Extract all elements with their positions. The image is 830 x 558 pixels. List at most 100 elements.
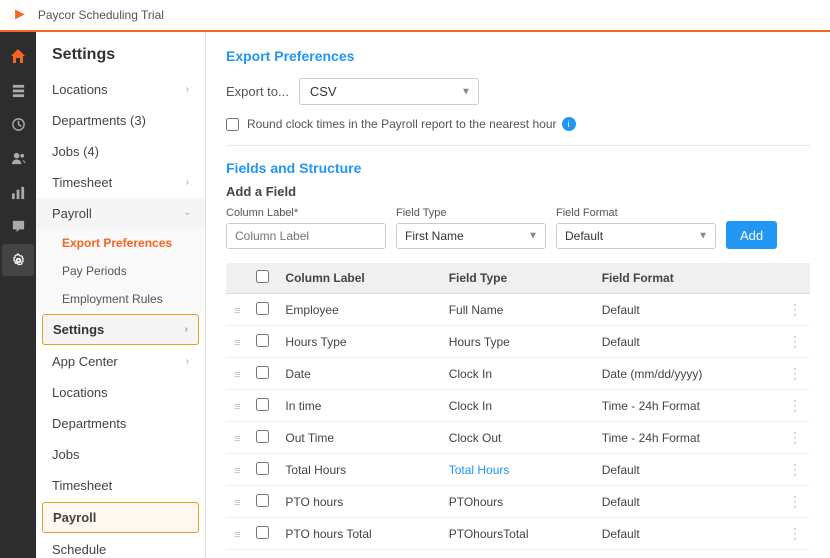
row-menu-icon[interactable]: ⋮ bbox=[788, 301, 802, 318]
drag-handle-icon[interactable]: ≡ bbox=[234, 497, 240, 509]
drag-handle-icon[interactable]: ≡ bbox=[234, 433, 240, 445]
icon-bar-users[interactable] bbox=[2, 142, 34, 174]
field-format-cell: Default bbox=[594, 486, 780, 518]
field-type-group: Field Type First Name Last Name Full Nam… bbox=[396, 207, 546, 249]
app-logo: ► bbox=[12, 6, 28, 24]
sidebar-item-payroll2[interactable]: Payroll bbox=[42, 502, 199, 533]
row-menu-icon[interactable]: ⋮ bbox=[788, 429, 802, 446]
sidebar-submenu-pay-periods[interactable]: Pay Periods bbox=[36, 257, 205, 285]
drag-handle-icon[interactable]: ≡ bbox=[234, 401, 240, 413]
field-format-select-wrap: Default Time - 24h Format Date (mm/dd/yy… bbox=[556, 223, 716, 249]
row-actions-cell: ⋮ bbox=[780, 358, 810, 390]
row-actions-cell: ⋮ bbox=[780, 454, 810, 486]
field-type-cell: Clock In bbox=[449, 367, 492, 381]
chevron-icon: › bbox=[186, 84, 189, 95]
row-checkbox-3[interactable] bbox=[256, 398, 269, 411]
drag-handle-icon[interactable]: ≡ bbox=[234, 465, 240, 477]
column-label-cell: Out Time bbox=[277, 422, 440, 454]
row-menu-icon[interactable]: ⋮ bbox=[788, 493, 802, 510]
drag-handle-cell: ≡ bbox=[226, 518, 248, 550]
icon-bar-chart[interactable] bbox=[2, 176, 34, 208]
field-type-cell: Total Hours bbox=[441, 454, 594, 486]
sidebar-item-jobs2[interactable]: Jobs bbox=[36, 439, 205, 470]
field-type-link[interactable]: Total Hours bbox=[449, 463, 510, 477]
field-type-select[interactable]: First Name Last Name Full Name Hours Typ… bbox=[396, 223, 546, 249]
export-to-select[interactable]: CSV Excel PDF bbox=[299, 78, 479, 105]
sidebar-item-payroll[interactable]: Payroll › bbox=[36, 198, 205, 229]
select-all-checkbox[interactable] bbox=[256, 270, 269, 283]
icon-bar-chat[interactable] bbox=[2, 210, 34, 242]
field-format-header: Field Format bbox=[556, 207, 716, 219]
field-type-cell: Clock In bbox=[441, 390, 594, 422]
column-label-header: Column Label* bbox=[226, 207, 386, 219]
sidebar-item-locations2[interactable]: Locations bbox=[36, 377, 205, 408]
table-body: ≡ Employee Full Name Default ⋮ ≡ Hours T… bbox=[226, 294, 810, 550]
row-menu-icon[interactable]: ⋮ bbox=[788, 461, 802, 478]
sidebar-submenu-employment-rules[interactable]: Employment Rules bbox=[36, 285, 205, 313]
row-checkbox-1[interactable] bbox=[256, 334, 269, 347]
field-format-group: Field Format Default Time - 24h Format D… bbox=[556, 207, 716, 249]
add-field-title: Add a Field bbox=[226, 184, 810, 199]
field-format-select[interactable]: Default Time - 24h Format Date (mm/dd/yy… bbox=[556, 223, 716, 249]
top-bar: ► Paycor Scheduling Trial bbox=[0, 0, 830, 32]
row-checkbox-0[interactable] bbox=[256, 302, 269, 315]
field-format-cell: Default bbox=[594, 518, 780, 550]
row-checkbox-6[interactable] bbox=[256, 494, 269, 507]
drag-handle-icon[interactable]: ≡ bbox=[234, 305, 240, 317]
sidebar-item-departments2[interactable]: Departments bbox=[36, 408, 205, 439]
th-field-format: Field Format bbox=[594, 263, 780, 294]
chevron-icon: › bbox=[185, 324, 188, 335]
drag-handle-icon[interactable]: ≡ bbox=[234, 369, 240, 381]
field-type-cell: PTOhours bbox=[441, 486, 594, 518]
chevron-icon: › bbox=[186, 356, 189, 367]
th-drag bbox=[226, 263, 248, 294]
drag-handle-cell: ≡ bbox=[226, 294, 248, 326]
sidebar-submenu-export-prefs[interactable]: Export Preferences bbox=[36, 229, 205, 257]
row-menu-icon[interactable]: ⋮ bbox=[788, 333, 802, 350]
sidebar-item-locations[interactable]: Locations › bbox=[36, 74, 205, 105]
icon-bar-logo[interactable] bbox=[2, 40, 34, 72]
row-checkbox-5[interactable] bbox=[256, 462, 269, 475]
icon-bar-clock[interactable] bbox=[2, 108, 34, 140]
field-type-cell: PTOhoursTotal bbox=[449, 527, 529, 541]
row-check-cell bbox=[248, 454, 277, 486]
row-menu-icon[interactable]: ⋮ bbox=[788, 365, 802, 382]
icon-bar-settings[interactable] bbox=[2, 244, 34, 276]
row-check-cell bbox=[248, 358, 277, 390]
info-icon[interactable]: i bbox=[562, 117, 576, 131]
th-actions bbox=[780, 263, 810, 294]
icon-bar-home[interactable] bbox=[2, 74, 34, 106]
drag-handle-icon[interactable]: ≡ bbox=[234, 529, 240, 541]
sidebar-item-timesheet2[interactable]: Timesheet bbox=[36, 470, 205, 501]
row-menu-icon[interactable]: ⋮ bbox=[788, 525, 802, 542]
column-label-cell: Date bbox=[277, 358, 440, 390]
drag-handle-icon[interactable]: ≡ bbox=[234, 337, 240, 349]
payroll-submenu: Export Preferences Pay Periods Employmen… bbox=[36, 229, 205, 313]
sidebar-item-timesheet[interactable]: Timesheet › bbox=[36, 167, 205, 198]
export-select-wrap: CSV Excel PDF ▼ bbox=[299, 78, 479, 105]
add-field-button[interactable]: Add bbox=[726, 221, 777, 249]
row-actions-cell: ⋮ bbox=[780, 486, 810, 518]
field-type-cell: Clock Out bbox=[449, 431, 502, 445]
row-checkbox-4[interactable] bbox=[256, 430, 269, 443]
sidebar-item-settings[interactable]: Settings › bbox=[42, 314, 199, 345]
field-format-cell: Date (mm/dd/yyyy) bbox=[594, 358, 780, 390]
column-label-input[interactable] bbox=[226, 223, 386, 249]
th-column-label: Column Label bbox=[277, 263, 440, 294]
round-clock-checkbox[interactable] bbox=[226, 118, 239, 131]
row-checkbox-2[interactable] bbox=[256, 366, 269, 379]
drag-handle-cell: ≡ bbox=[226, 454, 248, 486]
sidebar-item-departments[interactable]: Departments (3) bbox=[36, 105, 205, 136]
sidebar-item-app-center[interactable]: App Center › bbox=[36, 346, 205, 377]
row-actions-cell: ⋮ bbox=[780, 422, 810, 454]
sidebar-item-schedule[interactable]: Schedule bbox=[36, 534, 205, 558]
round-clock-row: Round clock times in the Payroll report … bbox=[226, 117, 810, 131]
row-check-cell bbox=[248, 422, 277, 454]
table-row: ≡ In time Clock In Time - 24h Format ⋮ bbox=[226, 390, 810, 422]
field-type-cell: Full Name bbox=[441, 294, 594, 326]
column-label-group: Column Label* bbox=[226, 207, 386, 249]
column-label-cell: Hours Type bbox=[277, 326, 440, 358]
sidebar-item-jobs[interactable]: Jobs (4) bbox=[36, 136, 205, 167]
row-checkbox-7[interactable] bbox=[256, 526, 269, 539]
row-menu-icon[interactable]: ⋮ bbox=[788, 397, 802, 414]
